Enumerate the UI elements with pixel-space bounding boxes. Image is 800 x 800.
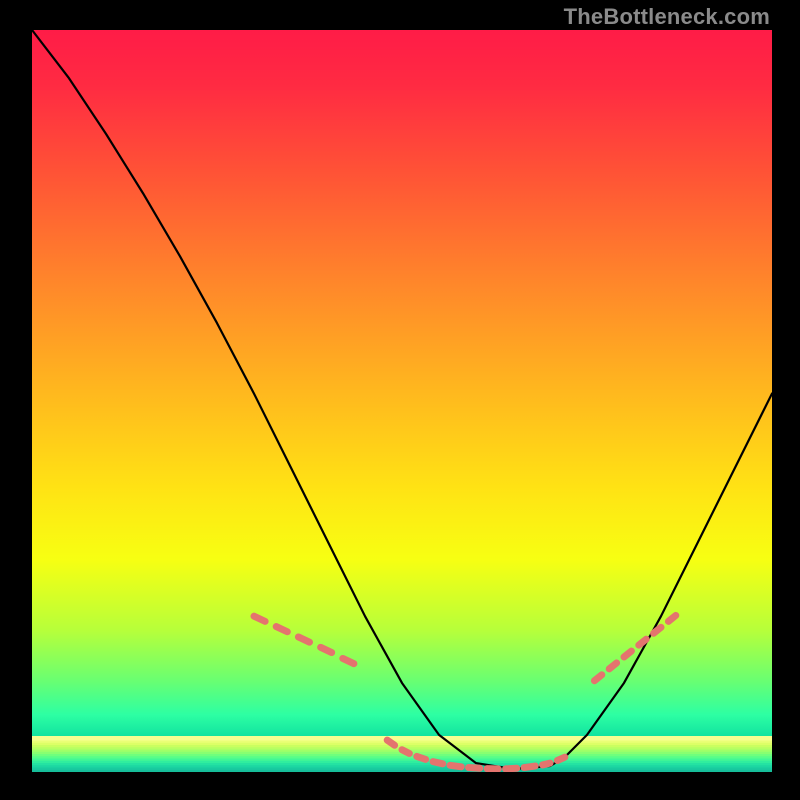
chart-bottom-stripe [32, 770, 772, 772]
chart-svg [32, 30, 772, 772]
chart-dash-segment [254, 616, 265, 621]
chart-dash-segment [557, 757, 564, 760]
chart-dash-segment [639, 639, 646, 645]
chart-dash-segment [276, 627, 287, 632]
chart-dash-segment [624, 651, 631, 657]
chart-dash-segment [402, 750, 409, 754]
chart-dash-segment [594, 675, 601, 681]
chart-dash-segment [450, 765, 461, 766]
chart-dash-segment [654, 627, 661, 633]
chart-dash-segment [543, 763, 550, 765]
watermark-text: TheBottleneck.com [564, 4, 770, 30]
chart-dash-segment [524, 766, 535, 767]
chart-dash-segment [387, 740, 394, 745]
chart-dash-segment [506, 768, 517, 769]
chart-plot-area [32, 30, 772, 772]
chart-dash-segment [668, 615, 675, 621]
chart-dash-segment [298, 637, 309, 642]
chart-dash-segment [609, 663, 616, 669]
chart-dash-segment [417, 756, 426, 759]
chart-dash-segment [321, 647, 332, 652]
chart-dash-segment [469, 768, 480, 769]
chart-dash-segment [343, 658, 354, 663]
chart-dash-segment [433, 762, 443, 764]
